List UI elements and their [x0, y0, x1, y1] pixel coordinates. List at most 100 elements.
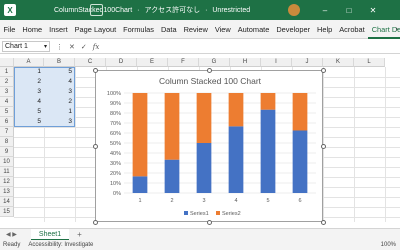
- tab-formulas[interactable]: Formulas: [120, 20, 158, 39]
- formula-bar-icons: ⋮ ✕ ✓ fx: [56, 43, 99, 51]
- resize-handle[interactable]: [320, 219, 326, 225]
- add-sheet-button[interactable]: +: [77, 230, 82, 239]
- row-header[interactable]: 2: [0, 77, 14, 87]
- cell-b[interactable]: 5: [44, 67, 75, 77]
- row-header[interactable]: 1: [0, 67, 14, 77]
- accessibility-status[interactable]: Accessibility: Investigate: [28, 240, 93, 250]
- resize-handle[interactable]: [206, 219, 212, 225]
- resize-handle[interactable]: [92, 67, 98, 73]
- row-header[interactable]: 12: [0, 177, 14, 187]
- autosave-icon[interactable]: [90, 4, 103, 16]
- row-header[interactable]: 4: [0, 97, 14, 107]
- x-tick-label: 1: [138, 198, 141, 204]
- cancel-icon[interactable]: ✕: [69, 43, 75, 51]
- row-header[interactable]: 13: [0, 187, 14, 197]
- cell-a[interactable]: 3: [14, 87, 44, 97]
- row-header[interactable]: 8: [0, 137, 14, 147]
- resize-handle[interactable]: [320, 67, 326, 73]
- x-tick-label: 6: [298, 198, 301, 204]
- ribbon-more-icon[interactable]: ›: [396, 20, 398, 39]
- tab-view[interactable]: View: [211, 20, 234, 39]
- cell-a[interactable]: 4: [14, 97, 44, 107]
- select-all-corner[interactable]: [0, 58, 14, 67]
- classification-label[interactable]: Unrestricted: [212, 7, 250, 14]
- cell-a[interactable]: 5: [14, 117, 44, 127]
- sensitivity-label[interactable]: アクセス許可なし: [144, 7, 200, 14]
- cell-a[interactable]: 1: [14, 67, 44, 77]
- sheet-tab-sheet1[interactable]: Sheet1: [30, 228, 70, 241]
- tab-home[interactable]: Home: [19, 20, 46, 39]
- tab-review[interactable]: Review: [180, 20, 211, 39]
- maximize-button[interactable]: □: [338, 0, 360, 20]
- column-header[interactable]: D: [106, 58, 137, 67]
- row-header[interactable]: 14: [0, 197, 14, 207]
- tab-developer[interactable]: Developer: [273, 20, 314, 39]
- column-header[interactable]: F: [168, 58, 199, 67]
- zoom-level[interactable]: 100%: [381, 240, 396, 250]
- row-header[interactable]: 11: [0, 167, 14, 177]
- y-tick-label: 80%: [110, 111, 121, 117]
- row-header[interactable]: 10: [0, 157, 14, 167]
- column-header[interactable]: C: [75, 58, 106, 67]
- minimize-button[interactable]: –: [314, 0, 336, 20]
- row-header[interactable]: 3: [0, 87, 14, 97]
- legend-label: Series2: [222, 211, 241, 217]
- tab-file[interactable]: File: [0, 20, 19, 39]
- row-header[interactable]: 6: [0, 117, 14, 127]
- y-tick-label: 0%: [113, 191, 121, 197]
- column-header[interactable]: B: [44, 58, 75, 67]
- chevron-down-icon[interactable]: ▾: [44, 42, 47, 52]
- cell-b[interactable]: 2: [44, 97, 75, 107]
- column-header[interactable]: J: [292, 58, 323, 67]
- chart-plot: 0% 10% 20% 30% 40% 50% 60% 70% 80% 90% 100% 1 2 3 4 5 6 S…: [107, 91, 316, 217]
- column-header[interactable]: E: [137, 58, 168, 67]
- insert-function-icon[interactable]: fx: [93, 43, 100, 51]
- resize-handle[interactable]: [92, 143, 98, 149]
- resize-handle[interactable]: [92, 219, 98, 225]
- legend-swatch: [184, 211, 188, 215]
- tab-acrobat[interactable]: Acrobat: [336, 20, 368, 39]
- tab-insert[interactable]: Insert: [46, 20, 71, 39]
- bar-series2: [292, 93, 308, 131]
- row-header[interactable]: 7: [0, 127, 14, 137]
- tab-data[interactable]: Data: [157, 20, 180, 39]
- column-header[interactable]: H: [230, 58, 261, 67]
- cell-b[interactable]: 3: [44, 87, 75, 97]
- cell-a[interactable]: 5: [14, 107, 44, 117]
- cell-b[interactable]: 1: [44, 107, 75, 117]
- more-icon[interactable]: ⋮: [56, 43, 63, 51]
- tab-automate[interactable]: Automate: [234, 20, 273, 39]
- cell-b[interactable]: 3: [44, 117, 75, 127]
- enter-icon[interactable]: ✓: [81, 43, 87, 51]
- name-box-value: Chart 1: [5, 43, 28, 50]
- row-header[interactable]: 9: [0, 147, 14, 157]
- row-header[interactable]: 5: [0, 107, 14, 117]
- resize-handle[interactable]: [320, 143, 326, 149]
- tab-help[interactable]: Help: [314, 20, 336, 39]
- avatar[interactable]: [288, 4, 300, 16]
- tab-page-layout[interactable]: Page Layout: [71, 20, 120, 39]
- column-header[interactable]: I: [261, 58, 292, 67]
- y-tick-label: 90%: [110, 101, 121, 107]
- cell-a[interactable]: 2: [14, 77, 44, 87]
- sheet-bar: ◀ ▶ Sheet1 +: [0, 228, 400, 241]
- column-header[interactable]: A: [14, 58, 44, 67]
- x-tick-label: 2: [170, 198, 173, 204]
- y-tick-label: 30%: [110, 161, 121, 167]
- chart[interactable]: Column Stacked 100 Chart 0% 10% 20% 30% 40% 5…: [95, 70, 323, 222]
- x-tick-label: 3: [202, 198, 205, 204]
- cell-b[interactable]: 4: [44, 77, 75, 87]
- gridline: [75, 67, 76, 222]
- bar-series1: [164, 159, 180, 193]
- close-button[interactable]: ✕: [362, 0, 384, 20]
- column-header[interactable]: G: [199, 58, 230, 67]
- sheet-nav-arrows-icon[interactable]: ◀ ▶: [6, 231, 17, 238]
- x-tick-label: 5: [266, 198, 269, 204]
- name-box[interactable]: Chart 1 ▾: [2, 41, 50, 52]
- row-header[interactable]: 15: [0, 207, 14, 217]
- bar-series2: [164, 93, 180, 160]
- column-header[interactable]: L: [354, 58, 385, 67]
- resize-handle[interactable]: [206, 67, 212, 73]
- column-header[interactable]: K: [323, 58, 354, 67]
- status-bar: Ready Accessibility: Investigate 100%: [0, 240, 400, 250]
